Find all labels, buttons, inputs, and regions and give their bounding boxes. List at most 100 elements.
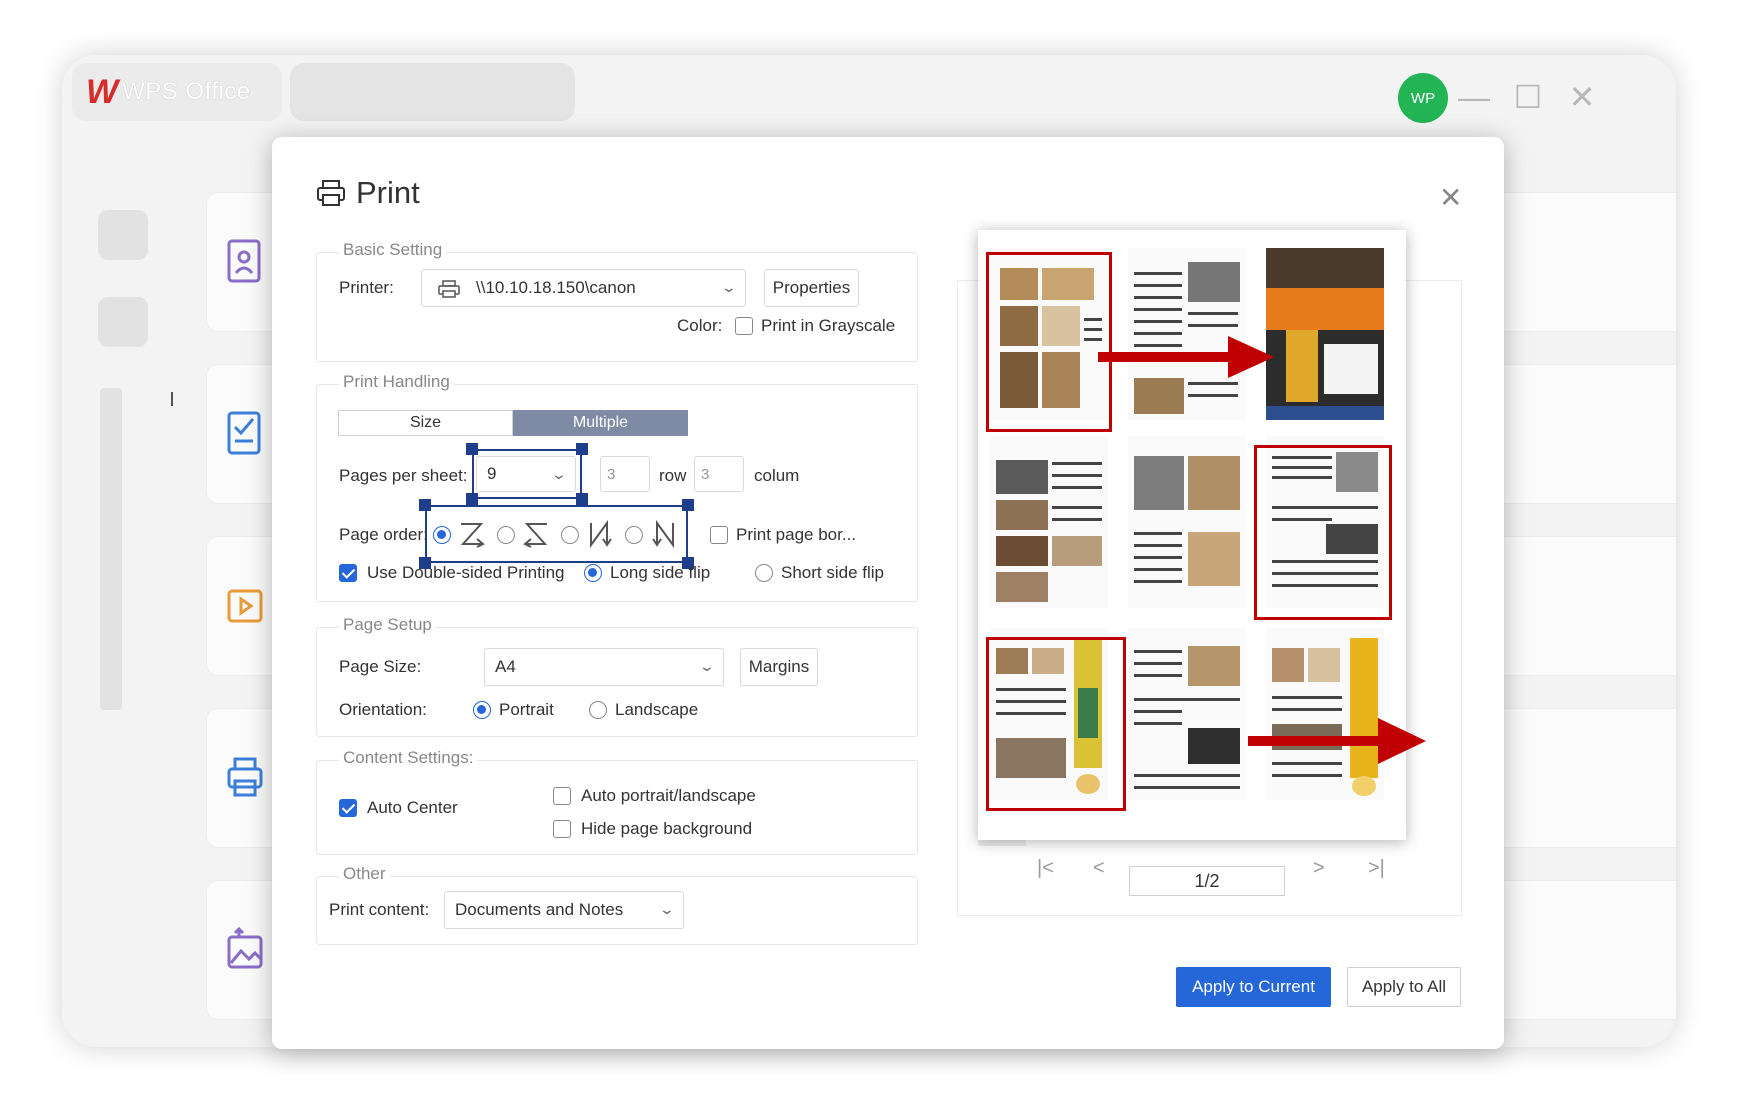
arrow-right-icon [1098,336,1274,378]
print-border-label: Print page bor... [736,525,857,544]
window-close-button[interactable]: ✕ [1560,75,1604,119]
double-sided-checkbox[interactable] [339,564,357,582]
annotation-handle [466,493,478,505]
last-page-icon[interactable]: >| [1368,857,1385,880]
pages-per-sheet-annotation [472,449,582,499]
margins-button[interactable]: Margins [740,648,818,686]
landscape-radio[interactable] [589,701,607,719]
print-dialog: Print ✕ Basic Setting Printer: \\10.10.1… [272,137,1504,1049]
apply-all-button[interactable]: Apply to All [1347,967,1461,1007]
page-setup-section: Page Setup Page Size: A4 ⌄ Margins Orien… [316,615,918,737]
prev-page-icon[interactable]: < [1093,857,1105,880]
image-upload-icon [227,927,263,969]
tab-size[interactable]: Size [338,410,513,436]
print-content-label: Print content: [329,900,430,919]
print-handling-legend: Print Handling [339,372,454,392]
short-side-radio[interactable] [755,564,773,582]
landscape-label: Landscape [615,700,699,719]
page-size-value: A4 [495,657,516,676]
first-page-icon[interactable]: |< [1037,857,1054,880]
sidebar-button-2[interactable] [98,297,148,347]
pages-per-sheet-label: Pages per sheet: [339,466,468,485]
preview-page [978,230,1426,840]
page-order-label: Page order: [339,525,428,544]
basic-setting-legend: Basic Setting [339,240,447,260]
slideshow-folder-icon [227,589,263,623]
chevron-down-icon: ⌄ [698,658,716,674]
cols-input[interactable]: 3 [694,456,744,492]
annotation-handle [466,443,478,455]
print-border-checkbox[interactable] [710,526,728,544]
page-thumbnail [1266,248,1384,420]
highlight-frame [986,252,1112,432]
cols-label: colum [754,466,800,485]
double-sided-label: Use Double-sided Printing [367,563,565,582]
page-thumbnail [1128,628,1246,800]
maximize-button[interactable]: ☐ [1506,75,1550,119]
other-legend: Other [339,864,390,884]
print-content-value: Documents and Notes [455,900,624,919]
wps-logo-icon: W [86,72,119,111]
auto-orient-checkbox[interactable] [553,787,571,805]
portrait-radio[interactable] [473,701,491,719]
avatar[interactable]: WP [1398,73,1448,123]
properties-button[interactable]: Properties [764,269,859,307]
print-content-select[interactable]: Documents and Notes ⌄ [444,891,684,929]
color-label: Color: [677,316,723,335]
checklist-icon [227,411,261,455]
brand-name: WPS Office [122,78,251,105]
orientation-label: Orientation: [339,700,427,719]
long-side-radio[interactable] [584,564,602,582]
annotation-handle [682,499,694,511]
text-caret [171,392,173,406]
close-icon[interactable]: ✕ [1439,181,1462,214]
basic-setting-section: Basic Setting Printer: \\10.10.18.150\ca… [316,240,918,362]
blank-tab[interactable] [290,63,575,121]
page-size-select[interactable]: A4 ⌄ [484,648,724,686]
auto-center-label: Auto Center [367,798,458,817]
page-thumbnail [990,436,1108,608]
annotation-handle [576,493,588,505]
hide-bg-label: Hide page background [581,819,753,838]
auto-orient-label: Auto portrait/landscape [581,786,756,805]
content-settings-section: Content Settings: Auto Center Auto portr… [316,748,918,855]
grayscale-checkbox[interactable] [735,317,753,335]
printer-small-icon [438,280,460,298]
chevron-down-icon: ⌄ [720,279,738,295]
highlight-frame [986,637,1126,811]
page-indicator[interactable]: 1/2 [1129,866,1285,896]
printer-label: Printer: [339,278,394,297]
contact-card-icon [227,239,261,283]
dialog-title: Print [316,175,420,211]
minimize-button[interactable]: — [1452,75,1496,119]
annotation-handle [419,499,431,511]
sidebar-scrollbar[interactable] [100,388,122,710]
dialog-title-text: Print [356,175,420,210]
print-handling-section: Print Handling Size Multiple Pages per s… [316,372,918,602]
page-thumbnail [1128,436,1246,608]
chevron-down-icon: ⌄ [658,901,676,917]
page-setup-legend: Page Setup [339,615,436,635]
auto-center-checkbox[interactable] [339,799,357,817]
highlight-frame [1254,445,1392,620]
apply-current-button[interactable]: Apply to Current [1176,967,1331,1007]
page-order-annotation [425,505,688,563]
portrait-label: Portrait [499,700,554,719]
hide-bg-checkbox[interactable] [553,820,571,838]
brand-tab[interactable]: W WPS Office [72,63,282,121]
content-settings-legend: Content Settings: [339,748,478,768]
sidebar-button-1[interactable] [98,210,148,260]
next-page-icon[interactable]: > [1313,857,1325,880]
grayscale-label: Print in Grayscale [761,316,896,335]
printer-icon [317,180,345,206]
rows-input[interactable]: 3 [600,456,650,492]
long-side-label: Long side flip [610,563,711,582]
annotation-handle [576,443,588,455]
rows-label: row [659,466,687,485]
page-thumbnail [1266,628,1384,800]
print-icon [227,757,263,797]
tab-multiple[interactable]: Multiple [513,410,688,436]
printer-select[interactable]: \\10.10.18.150\canon ⌄ [421,269,746,307]
page-size-label: Page Size: [339,657,422,676]
arrow-right-icon [1248,718,1426,764]
